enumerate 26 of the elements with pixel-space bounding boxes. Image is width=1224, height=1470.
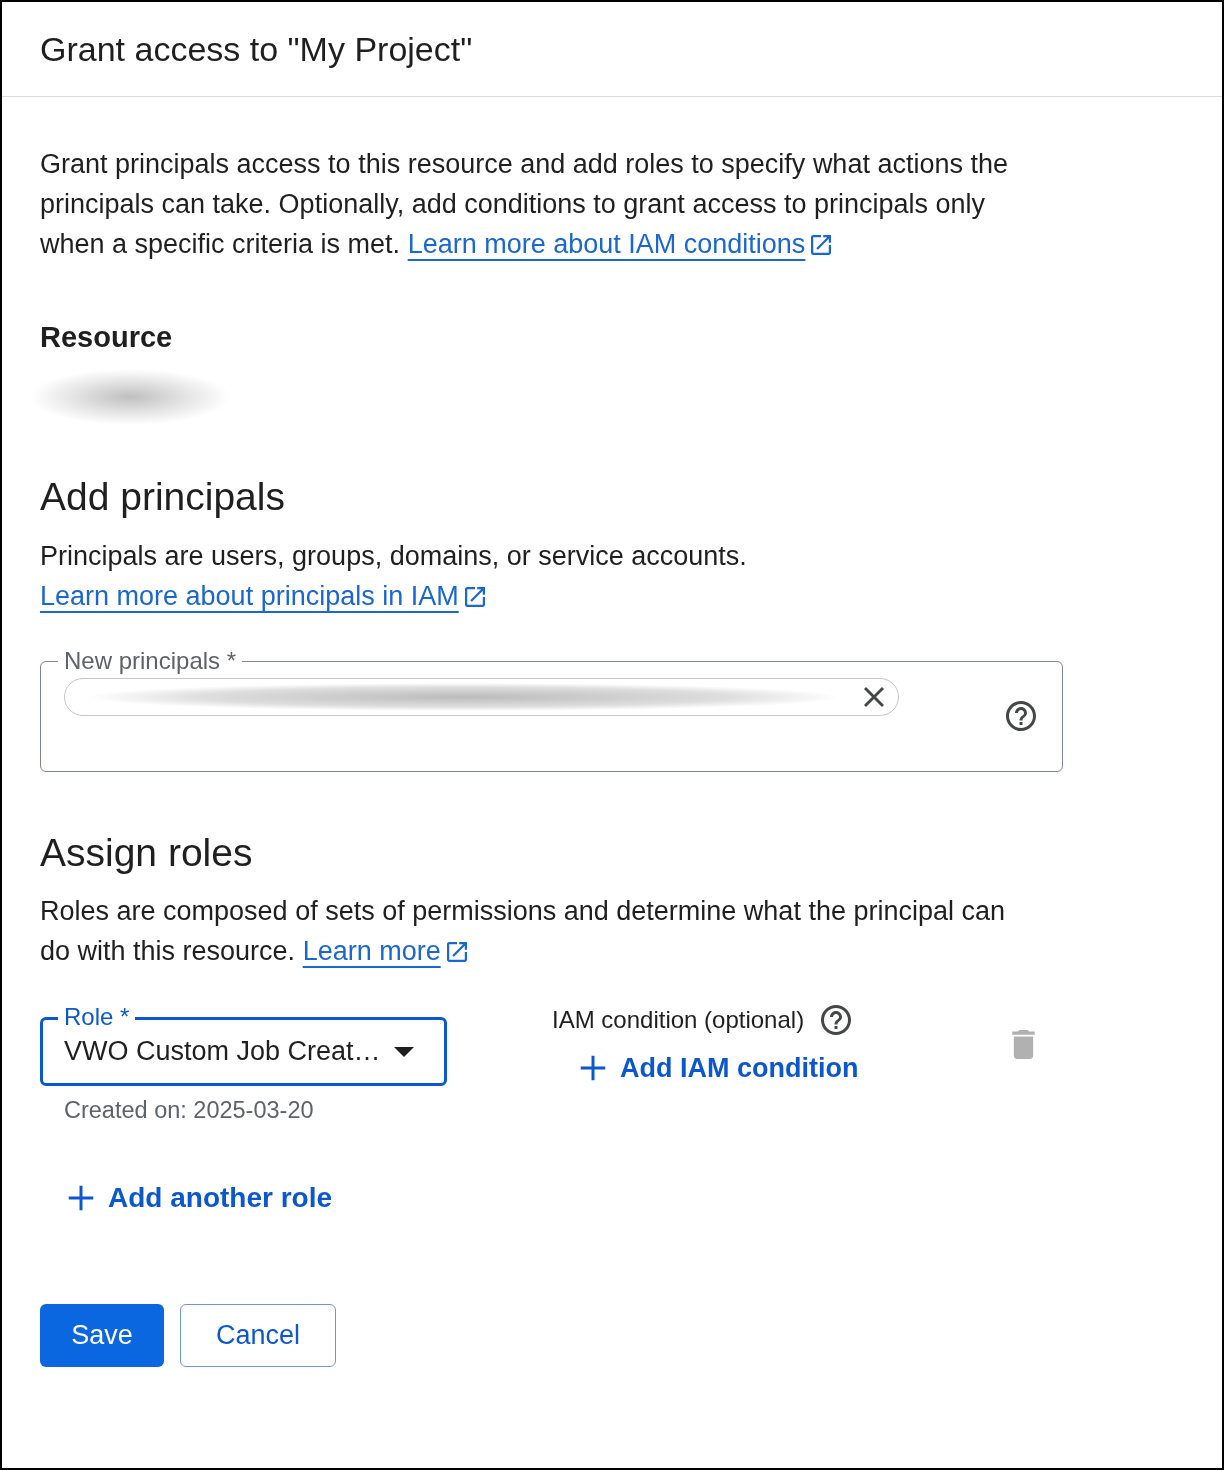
principals-text: Principals are users, groups, domains, or service accounts. Learn more about principals in IAM [40,540,748,613]
condition-label: IAM condition (optional) [552,1006,805,1034]
plus-icon [68,1185,94,1211]
add-condition-button[interactable]: Add IAM condition [580,1048,859,1088]
external-link-icon[interactable] [464,587,485,607]
plus-icon [580,1055,606,1081]
dialog-title: Grant access to "My Project" [40,29,473,70]
cancel-button[interactable]: Cancel [180,1304,336,1367]
role-hint: Created on: 2025-03-20 [64,1097,315,1123]
help-icon[interactable] [821,1005,852,1035]
intro-text: Grant principals access to this resource and add roles to specify what actions the principals can take. Optionally, add conditions to grant access to principals only when a specific criteria is met. Learn more about IAM conditions [40,148,1009,261]
close-icon[interactable] [863,686,884,707]
external-link-icon[interactable] [446,942,467,962]
learn-more-link[interactable]: Learn more [302,936,467,966]
external-link-icon[interactable] [811,235,832,255]
learn-more-link[interactable]: Learn more about principals in IAM [40,581,485,611]
help-icon[interactable] [1006,701,1036,731]
section-heading: Add principals [40,475,286,519]
add-role-button[interactable]: Add another role [68,1178,332,1218]
field-label: New principals * [58,649,243,673]
section-heading: Assign roles [40,831,254,875]
save-button[interactable]: Save [40,1304,164,1367]
roles-text: Roles are composed of sets of permissions and determine what the principal can do with this resource. Learn more [40,895,1006,968]
dropdown-caret-icon [394,1046,414,1057]
section-heading: Resource [40,320,174,355]
learn-more-link[interactable]: Learn more about IAM conditions [407,229,832,259]
